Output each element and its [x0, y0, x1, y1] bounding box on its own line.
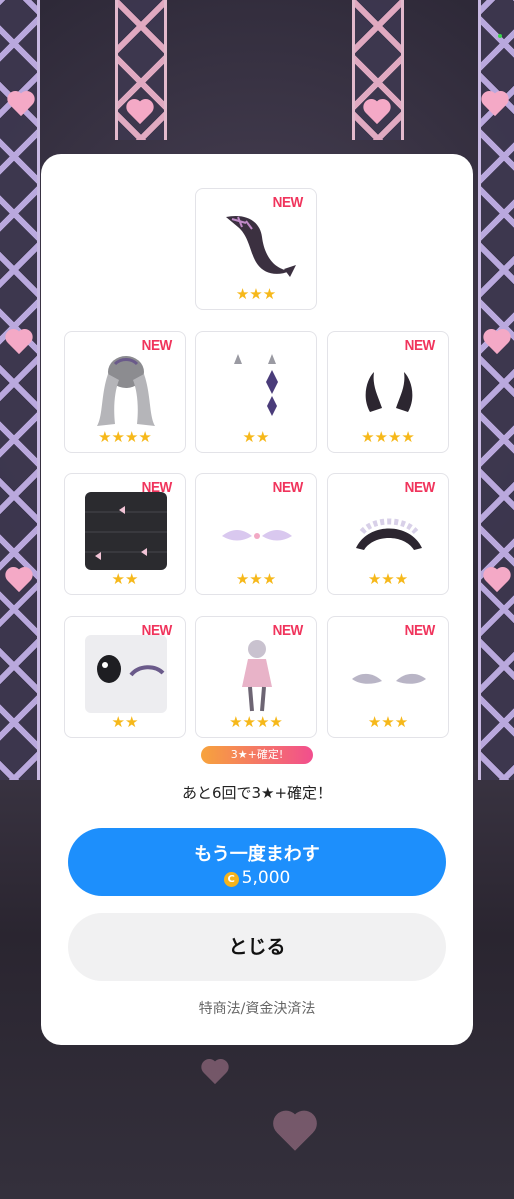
new-badge: NEW — [272, 194, 303, 211]
background-heart-icon — [4, 568, 34, 594]
background-heart-icon — [271, 1112, 319, 1154]
wing-accessory-item-icon — [222, 530, 292, 541]
background-heart-icon — [480, 92, 510, 118]
rarity-stars: ★★★★ — [361, 428, 415, 446]
close-button[interactable]: とじる — [68, 913, 446, 981]
guarantee-tag: 3★+確定! — [201, 746, 313, 764]
result-item-card[interactable]: ★★ — [195, 331, 317, 453]
background-heart-icon — [362, 100, 392, 126]
rarity-stars: ★★★ — [235, 570, 277, 588]
wing-clips-item-icon — [352, 673, 426, 684]
eyes-item-icon — [85, 635, 167, 713]
result-item-card[interactable]: NEW ★★★★ — [195, 616, 317, 738]
new-badge: NEW — [272, 622, 303, 639]
coin-icon: C — [223, 872, 239, 887]
earrings-item-icon — [234, 354, 278, 416]
retry-pull-button[interactable]: もう一度まわす C 5,000 — [68, 828, 446, 896]
background-item-icon — [85, 492, 167, 570]
background-heart-icon — [482, 568, 512, 594]
retry-price-value: 5,000 — [241, 868, 291, 888]
background-heart-icon — [482, 330, 512, 356]
outfit-item-icon — [242, 640, 272, 712]
horns-item-icon — [365, 372, 413, 412]
new-badge: NEW — [404, 622, 435, 639]
result-item-card[interactable]: NEW ★★★ — [327, 616, 449, 738]
new-badge: NEW — [141, 622, 172, 639]
result-item-card[interactable]: NEW ★★★ — [195, 188, 317, 310]
headdress-item-icon — [356, 518, 422, 550]
rarity-stars: ★★ — [111, 713, 139, 731]
gacha-result-modal: NEW ★★★ NEW ★★★★ ★★ NEW ★★★★ NEW ★★ NEW … — [41, 154, 473, 1045]
rarity-stars: ★★ — [242, 428, 270, 446]
status-indicator-dot — [498, 34, 502, 38]
retry-button-label: もう一度まわす — [194, 844, 320, 865]
new-badge: NEW — [404, 337, 435, 354]
legal-notice-link[interactable]: 特商法/資金決済法 — [41, 998, 473, 1018]
result-item-card[interactable]: NEW ★★ — [64, 473, 186, 595]
retry-price: C 5,000 — [68, 868, 446, 888]
result-item-card[interactable]: NEW ★★ — [64, 616, 186, 738]
rarity-stars: ★★ — [111, 570, 139, 588]
background-heart-icon — [125, 100, 155, 126]
tail-item-icon — [226, 215, 296, 277]
rarity-stars: ★★★ — [367, 570, 409, 588]
rarity-stars: ★★★★ — [229, 713, 283, 731]
remaining-pulls-text: あと6回で3★+確定！ — [181, 784, 333, 802]
new-badge: NEW — [404, 479, 435, 496]
background-heart-icon — [6, 92, 36, 118]
new-badge: NEW — [141, 337, 172, 354]
rarity-stars: ★★★★ — [98, 428, 152, 446]
result-item-card[interactable]: NEW ★★★★ — [64, 331, 186, 453]
result-item-card[interactable]: NEW ★★★ — [327, 473, 449, 595]
hair-item-icon — [97, 356, 155, 426]
background-heart-icon — [4, 330, 34, 356]
result-item-card[interactable]: NEW ★★★ — [195, 473, 317, 595]
new-badge: NEW — [141, 479, 172, 496]
result-item-card[interactable]: NEW ★★★★ — [327, 331, 449, 453]
rarity-stars: ★★★ — [235, 285, 277, 303]
rarity-stars: ★★★ — [367, 713, 409, 731]
new-badge: NEW — [272, 479, 303, 496]
background-heart-icon — [200, 1060, 230, 1086]
